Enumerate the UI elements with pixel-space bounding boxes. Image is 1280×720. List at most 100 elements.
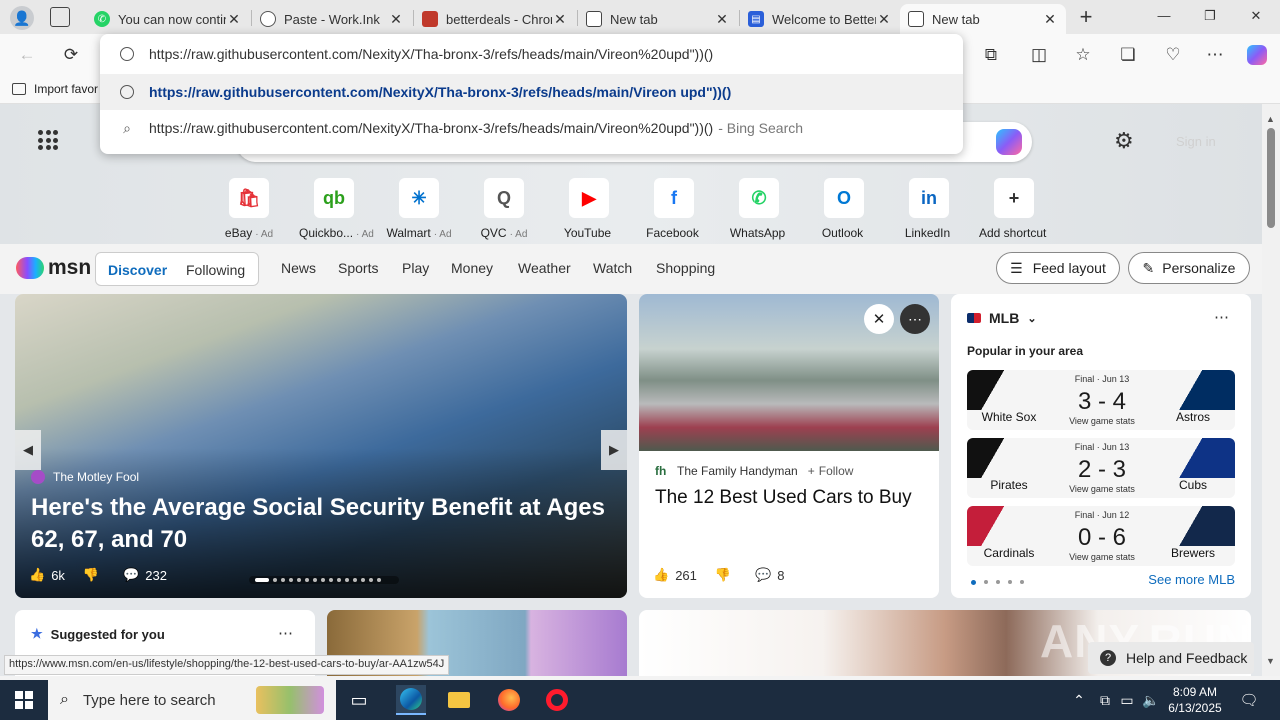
close-window-button[interactable]: ✕ bbox=[1242, 8, 1270, 24]
search-suggestion[interactable]: ⌕ https://raw.githubusercontent.com/Nexi… bbox=[100, 110, 963, 146]
task-view-icon[interactable]: ▭ bbox=[344, 685, 374, 715]
restore-button[interactable]: ❐ bbox=[1196, 8, 1224, 24]
shortcut-5[interactable]: ▶ YouTube bbox=[554, 178, 624, 240]
tab-1[interactable]: ✆ You can now contin ✕ bbox=[86, 4, 250, 34]
firefox-icon[interactable] bbox=[494, 685, 524, 715]
tab-2[interactable]: Paste - Work.Ink ✕ bbox=[252, 4, 412, 34]
copilot-icon[interactable] bbox=[1242, 40, 1272, 70]
close-tab-icon[interactable]: ✕ bbox=[1042, 11, 1058, 28]
nav-play[interactable]: Play bbox=[402, 260, 429, 276]
apps-launcher-icon[interactable] bbox=[38, 130, 58, 150]
hero-headline[interactable]: Here's the Average Social Security Benef… bbox=[31, 492, 617, 556]
nav-watch[interactable]: Watch bbox=[593, 260, 632, 276]
scroll-thumb[interactable] bbox=[1267, 128, 1275, 228]
article-card[interactable]: ✕ ⋯ fh The Family Handyman + Follow The … bbox=[639, 294, 939, 598]
profile-avatar-icon[interactable]: 👤 bbox=[10, 6, 34, 30]
sign-in-link[interactable]: Sign in bbox=[1176, 134, 1216, 149]
copilot-icon[interactable] bbox=[996, 129, 1022, 155]
back-arrow-icon[interactable]: ← bbox=[12, 40, 42, 70]
extension-icon: ▤ bbox=[748, 11, 764, 27]
personalize-button[interactable]: ✎ Personalize bbox=[1128, 252, 1250, 284]
dismiss-card-button[interactable]: ✕ bbox=[864, 304, 894, 334]
mlb-game-1[interactable]: Final · Jun 13 3 - 4 View game stats White … bbox=[967, 370, 1235, 430]
shortcut-1[interactable]: 🛍 eBay · Ad bbox=[214, 178, 284, 240]
shortcut-10[interactable]: + Add shortcut bbox=[979, 178, 1049, 240]
close-tab-icon[interactable]: ✕ bbox=[226, 11, 242, 28]
more-menu-icon[interactable]: ⋯ bbox=[1200, 40, 1230, 70]
refresh-icon[interactable]: ⟳ bbox=[56, 40, 86, 70]
shortcut-3[interactable]: ✳ Walmart · Ad bbox=[384, 178, 454, 240]
youtube-icon: ▶ bbox=[569, 178, 609, 218]
settings-gear-icon[interactable]: ⚙ bbox=[1114, 128, 1134, 154]
hero-news-card[interactable]: ◀ ▶ The Motley Fool Here's the Average S… bbox=[15, 294, 627, 598]
shortcut-8[interactable]: O Outlook bbox=[809, 178, 879, 240]
shortcut-9[interactable]: in LinkedIn bbox=[894, 178, 964, 240]
shortcut-label: eBay · Ad bbox=[214, 226, 284, 240]
new-tab-plus-icon[interactable]: + bbox=[1074, 4, 1098, 30]
mlb-game-3[interactable]: Final · Jun 12 0 - 6 View game stats Cardin… bbox=[967, 506, 1235, 566]
comment-icon[interactable]: 💬 bbox=[123, 567, 139, 583]
tab-following[interactable]: Following bbox=[186, 262, 245, 278]
edge-taskbar-icon[interactable] bbox=[396, 685, 426, 715]
nav-money[interactable]: Money bbox=[451, 260, 493, 276]
tab-6-active[interactable]: New tab ✕ bbox=[900, 4, 1066, 34]
chevron-down-icon[interactable]: ⌄ bbox=[1027, 312, 1036, 325]
card-more-button[interactable]: ⋯ bbox=[900, 304, 930, 334]
mlb-game-2[interactable]: Final · Jun 13 2 - 3 View game stats Pirate… bbox=[967, 438, 1235, 498]
scroll-down-arrow[interactable]: ▼ bbox=[1266, 656, 1275, 666]
close-tab-icon[interactable]: ✕ bbox=[552, 11, 568, 28]
msn-logo[interactable]: msn bbox=[16, 256, 91, 280]
shortcut-4[interactable]: Q QVC · Ad bbox=[469, 178, 539, 240]
tab-3[interactable]: betterdeals - Chron ✕ bbox=[414, 4, 576, 34]
notifications-icon[interactable]: 🗨 bbox=[1234, 685, 1264, 715]
browser-essentials-icon[interactable]: ♡ bbox=[1158, 40, 1188, 70]
mlb-more-button[interactable]: ⋯ bbox=[1214, 308, 1229, 326]
import-favorites-item[interactable]: Import favor bbox=[12, 82, 98, 96]
tab-discover[interactable]: Discover bbox=[108, 262, 167, 278]
mlb-pagination-dots[interactable] bbox=[971, 580, 1024, 585]
tab-5[interactable]: ▤ Welcome to Better ✕ bbox=[740, 4, 900, 34]
close-tab-icon[interactable]: ✕ bbox=[388, 11, 404, 28]
scroll-up-arrow[interactable]: ▲ bbox=[1266, 114, 1275, 124]
away-team-logo-icon bbox=[1165, 438, 1235, 478]
help-feedback-button[interactable]: ? Help and Feedback bbox=[1088, 642, 1254, 674]
taskbar-clock[interactable]: 8:09 AM 6/13/2025 bbox=[1160, 684, 1230, 716]
like-icon[interactable]: 👍 bbox=[29, 567, 45, 583]
file-explorer-icon[interactable] bbox=[444, 685, 474, 715]
shortcut-2[interactable]: qb Quickbo... · Ad bbox=[299, 178, 374, 240]
nav-shopping[interactable]: Shopping bbox=[656, 260, 715, 276]
follow-plus-icon[interactable]: + bbox=[808, 464, 815, 478]
shortcut-7[interactable]: ✆ WhatsApp bbox=[724, 178, 794, 240]
close-tab-icon[interactable]: ✕ bbox=[876, 11, 892, 28]
address-input[interactable]: https://raw.githubusercontent.com/Nexity… bbox=[149, 46, 713, 62]
tab-4[interactable]: New tab ✕ bbox=[578, 4, 738, 34]
feed-layout-button[interactable]: ☰ Feed layout bbox=[996, 252, 1120, 284]
tab-actions-icon[interactable] bbox=[50, 7, 70, 27]
carousel-prev-button[interactable]: ◀ bbox=[15, 430, 41, 470]
nav-news[interactable]: News bbox=[281, 260, 316, 276]
shortcut-6[interactable]: f Facebook bbox=[639, 178, 709, 240]
dislike-icon[interactable]: 👎 bbox=[83, 567, 99, 583]
collections-icon[interactable]: ❏ bbox=[1113, 40, 1143, 70]
follow-link[interactable]: Follow bbox=[819, 464, 854, 478]
address-input-row[interactable]: https://raw.githubusercontent.com/Nexity… bbox=[100, 36, 963, 72]
nav-weather[interactable]: Weather bbox=[518, 260, 571, 276]
dislike-icon[interactable]: 👎 bbox=[715, 567, 731, 583]
url-suggestion[interactable]: https://raw.githubusercontent.com/Nexity… bbox=[100, 74, 963, 110]
see-more-mlb-link[interactable]: See more MLB bbox=[1148, 572, 1235, 587]
split-screen-icon[interactable]: ◫ bbox=[1024, 40, 1054, 70]
taskbar-search-box[interactable]: ⌕ Type here to search bbox=[48, 680, 336, 720]
page-scrollbar[interactable]: ▲ ▼ bbox=[1262, 104, 1280, 676]
carousel-next-button[interactable]: ▶ bbox=[601, 430, 627, 470]
comment-icon[interactable]: 💬 bbox=[755, 567, 771, 583]
like-icon[interactable]: 👍 bbox=[653, 567, 669, 583]
windows-start-icon[interactable] bbox=[9, 685, 39, 715]
nav-sports[interactable]: Sports bbox=[338, 260, 378, 276]
opera-icon[interactable] bbox=[542, 685, 572, 715]
close-tab-icon[interactable]: ✕ bbox=[714, 11, 730, 28]
suggested-more-button[interactable]: ⋯ bbox=[278, 624, 293, 642]
minimize-button[interactable]: — bbox=[1150, 8, 1178, 23]
article-headline[interactable]: The 12 Best Used Cars to Buy bbox=[655, 486, 927, 510]
favorites-star-icon[interactable]: ☆ bbox=[1068, 40, 1098, 70]
extensions-icon[interactable]: ⧉ bbox=[976, 40, 1006, 70]
